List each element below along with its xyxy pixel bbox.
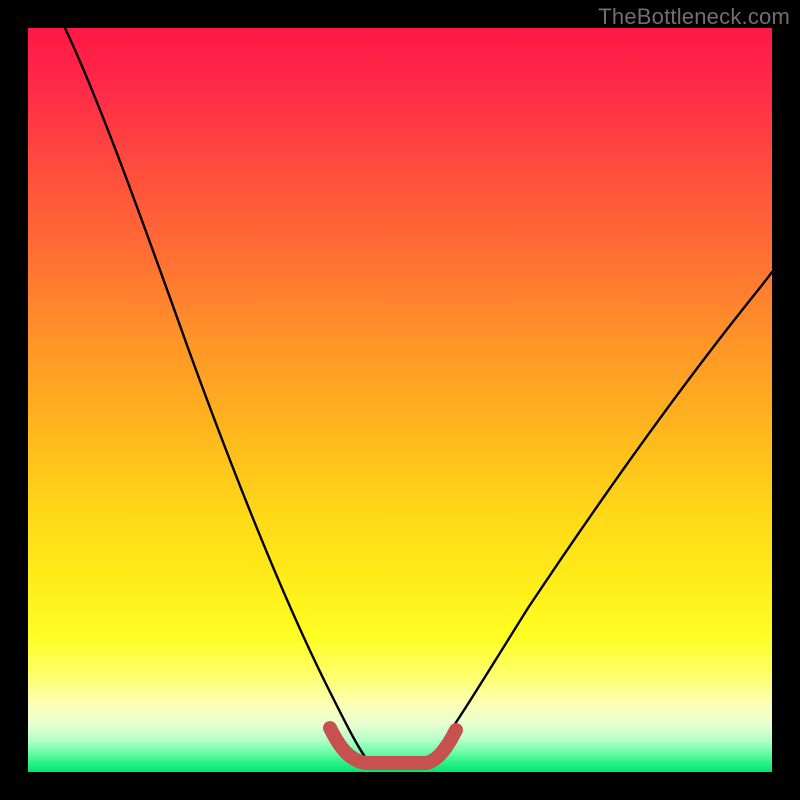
curve-overlay bbox=[28, 28, 772, 772]
chart-frame: TheBottleneck.com bbox=[0, 0, 800, 800]
valley-highlight bbox=[330, 728, 456, 763]
gradient-plot-area bbox=[28, 28, 772, 772]
right-curve bbox=[428, 272, 772, 761]
watermark-text: TheBottleneck.com bbox=[598, 4, 790, 30]
left-curve bbox=[65, 28, 368, 761]
